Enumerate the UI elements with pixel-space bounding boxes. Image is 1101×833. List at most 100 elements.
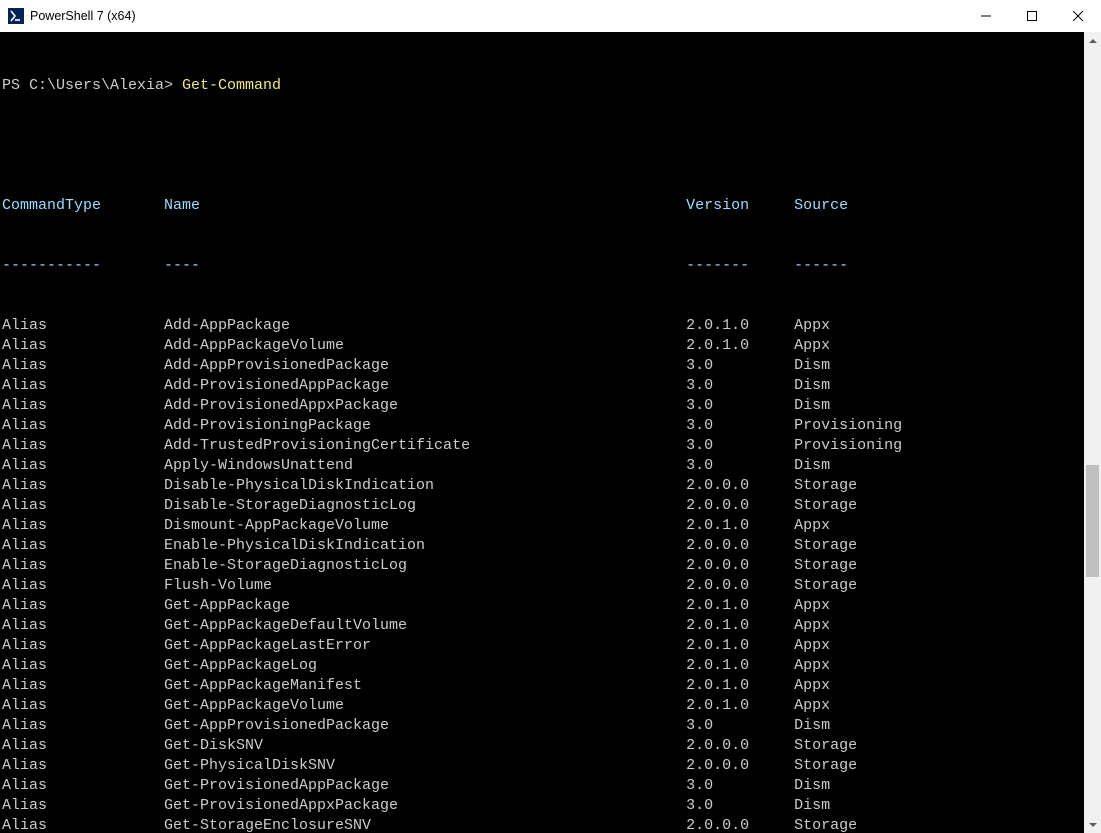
- cell-version: 2.0.1.0: [686, 316, 794, 336]
- cell-commandtype: Alias: [2, 636, 164, 656]
- maximize-button[interactable]: [1009, 0, 1055, 32]
- cell-commandtype: Alias: [2, 776, 164, 796]
- cell-source: Dism: [794, 456, 830, 476]
- table-row: AliasGet-AppPackage2.0.1.0Appx: [2, 596, 1084, 616]
- cell-commandtype: Alias: [2, 536, 164, 556]
- table-separator: ----------------------------: [2, 256, 1084, 276]
- cell-name: Enable-PhysicalDiskIndication: [164, 536, 686, 556]
- cell-source: Appx: [794, 516, 830, 536]
- table-row: AliasGet-AppProvisionedPackage3.0Dism: [2, 716, 1084, 736]
- table-row: AliasEnable-PhysicalDiskIndication2.0.0.…: [2, 536, 1084, 556]
- cell-source: Storage: [794, 556, 857, 576]
- cell-commandtype: Alias: [2, 336, 164, 356]
- cell-commandtype: Alias: [2, 356, 164, 376]
- cell-commandtype: Alias: [2, 316, 164, 336]
- cell-commandtype: Alias: [2, 796, 164, 816]
- cell-commandtype: Alias: [2, 376, 164, 396]
- cell-version: 2.0.0.0: [686, 476, 794, 496]
- cell-version: 3.0: [686, 456, 794, 476]
- table-row: AliasEnable-StorageDiagnosticLog2.0.0.0S…: [2, 556, 1084, 576]
- cell-version: 2.0.0.0: [686, 736, 794, 756]
- scroll-down-button[interactable]: [1084, 816, 1101, 833]
- cell-source: Dism: [794, 796, 830, 816]
- cell-name: Get-AppPackage: [164, 596, 686, 616]
- cell-version: 2.0.1.0: [686, 336, 794, 356]
- cell-source: Dism: [794, 356, 830, 376]
- header-source: Source: [794, 196, 848, 216]
- cell-source: Provisioning: [794, 416, 902, 436]
- cell-commandtype: Alias: [2, 396, 164, 416]
- cell-commandtype: Alias: [2, 496, 164, 516]
- cell-name: Get-AppPackageLastError: [164, 636, 686, 656]
- cell-version: 3.0: [686, 776, 794, 796]
- cell-source: Dism: [794, 396, 830, 416]
- table-row: AliasAdd-AppProvisionedPackage3.0Dism: [2, 356, 1084, 376]
- cell-commandtype: Alias: [2, 676, 164, 696]
- cell-name: Add-ProvisioningPackage: [164, 416, 686, 436]
- cell-version: 2.0.1.0: [686, 596, 794, 616]
- cell-name: Disable-StorageDiagnosticLog: [164, 496, 686, 516]
- cell-commandtype: Alias: [2, 576, 164, 596]
- cell-commandtype: Alias: [2, 736, 164, 756]
- cell-version: 2.0.0.0: [686, 756, 794, 776]
- table-row: AliasGet-AppPackageDefaultVolume2.0.1.0A…: [2, 616, 1084, 636]
- powershell-icon: [8, 8, 24, 24]
- cell-version: 3.0: [686, 396, 794, 416]
- scroll-thumb[interactable]: [1086, 465, 1099, 577]
- cell-version: 2.0.1.0: [686, 656, 794, 676]
- cell-version: 3.0: [686, 716, 794, 736]
- vertical-scrollbar[interactable]: [1084, 32, 1101, 833]
- cell-name: Add-AppPackageVolume: [164, 336, 686, 356]
- cell-source: Provisioning: [794, 436, 902, 456]
- cell-commandtype: Alias: [2, 456, 164, 476]
- cell-name: Add-ProvisionedAppPackage: [164, 376, 686, 396]
- terminal-output[interactable]: PS C:\Users\Alexia> Get-Command CommandT…: [0, 32, 1084, 833]
- table-row: AliasGet-PhysicalDiskSNV2.0.0.0Storage: [2, 756, 1084, 776]
- scroll-up-button[interactable]: [1084, 32, 1101, 49]
- table-row: AliasGet-AppPackageVolume2.0.1.0Appx: [2, 696, 1084, 716]
- table-row: AliasGet-ProvisionedAppPackage3.0Dism: [2, 776, 1084, 796]
- cell-name: Flush-Volume: [164, 576, 686, 596]
- cell-version: 3.0: [686, 376, 794, 396]
- close-button[interactable]: [1055, 0, 1101, 32]
- cell-source: Storage: [794, 496, 857, 516]
- cell-name: Disable-PhysicalDiskIndication: [164, 476, 686, 496]
- cell-source: Storage: [794, 736, 857, 756]
- cell-commandtype: Alias: [2, 476, 164, 496]
- cell-source: Appx: [794, 676, 830, 696]
- cell-name: Get-ProvisionedAppPackage: [164, 776, 686, 796]
- cell-name: Get-DiskSNV: [164, 736, 686, 756]
- minimize-button[interactable]: [963, 0, 1009, 32]
- header-version: Version: [686, 196, 794, 216]
- cell-commandtype: Alias: [2, 556, 164, 576]
- table-row: AliasAdd-ProvisionedAppxPackage3.0Dism: [2, 396, 1084, 416]
- cell-version: 2.0.1.0: [686, 696, 794, 716]
- cell-source: Appx: [794, 636, 830, 656]
- cell-version: 2.0.0.0: [686, 536, 794, 556]
- cell-source: Storage: [794, 756, 857, 776]
- cell-version: 2.0.0.0: [686, 556, 794, 576]
- cell-source: Appx: [794, 696, 830, 716]
- table-row: AliasAdd-ProvisioningPackage3.0Provision…: [2, 416, 1084, 436]
- titlebar[interactable]: PowerShell 7 (x64): [0, 0, 1101, 32]
- cell-commandtype: Alias: [2, 616, 164, 636]
- cell-source: Storage: [794, 576, 857, 596]
- table-row: AliasGet-AppPackageLastError2.0.1.0Appx: [2, 636, 1084, 656]
- cell-name: Get-StorageEnclosureSNV: [164, 816, 686, 833]
- cell-version: 2.0.0.0: [686, 496, 794, 516]
- cell-source: Dism: [794, 376, 830, 396]
- table-row: AliasGet-DiskSNV2.0.0.0Storage: [2, 736, 1084, 756]
- cell-source: Storage: [794, 536, 857, 556]
- cell-name: Apply-WindowsUnattend: [164, 456, 686, 476]
- cell-commandtype: Alias: [2, 716, 164, 736]
- cell-version: 3.0: [686, 356, 794, 376]
- prompt-line: PS C:\Users\Alexia> Get-Command: [2, 76, 1084, 96]
- cell-name: Add-ProvisionedAppxPackage: [164, 396, 686, 416]
- table-body: AliasAdd-AppPackage2.0.1.0AppxAliasAdd-A…: [2, 316, 1084, 833]
- cell-name: Add-TrustedProvisioningCertificate: [164, 436, 686, 456]
- cell-version: 3.0: [686, 416, 794, 436]
- header-name: Name: [164, 196, 686, 216]
- cell-name: Dismount-AppPackageVolume: [164, 516, 686, 536]
- cell-source: Appx: [794, 316, 830, 336]
- cell-version: 3.0: [686, 796, 794, 816]
